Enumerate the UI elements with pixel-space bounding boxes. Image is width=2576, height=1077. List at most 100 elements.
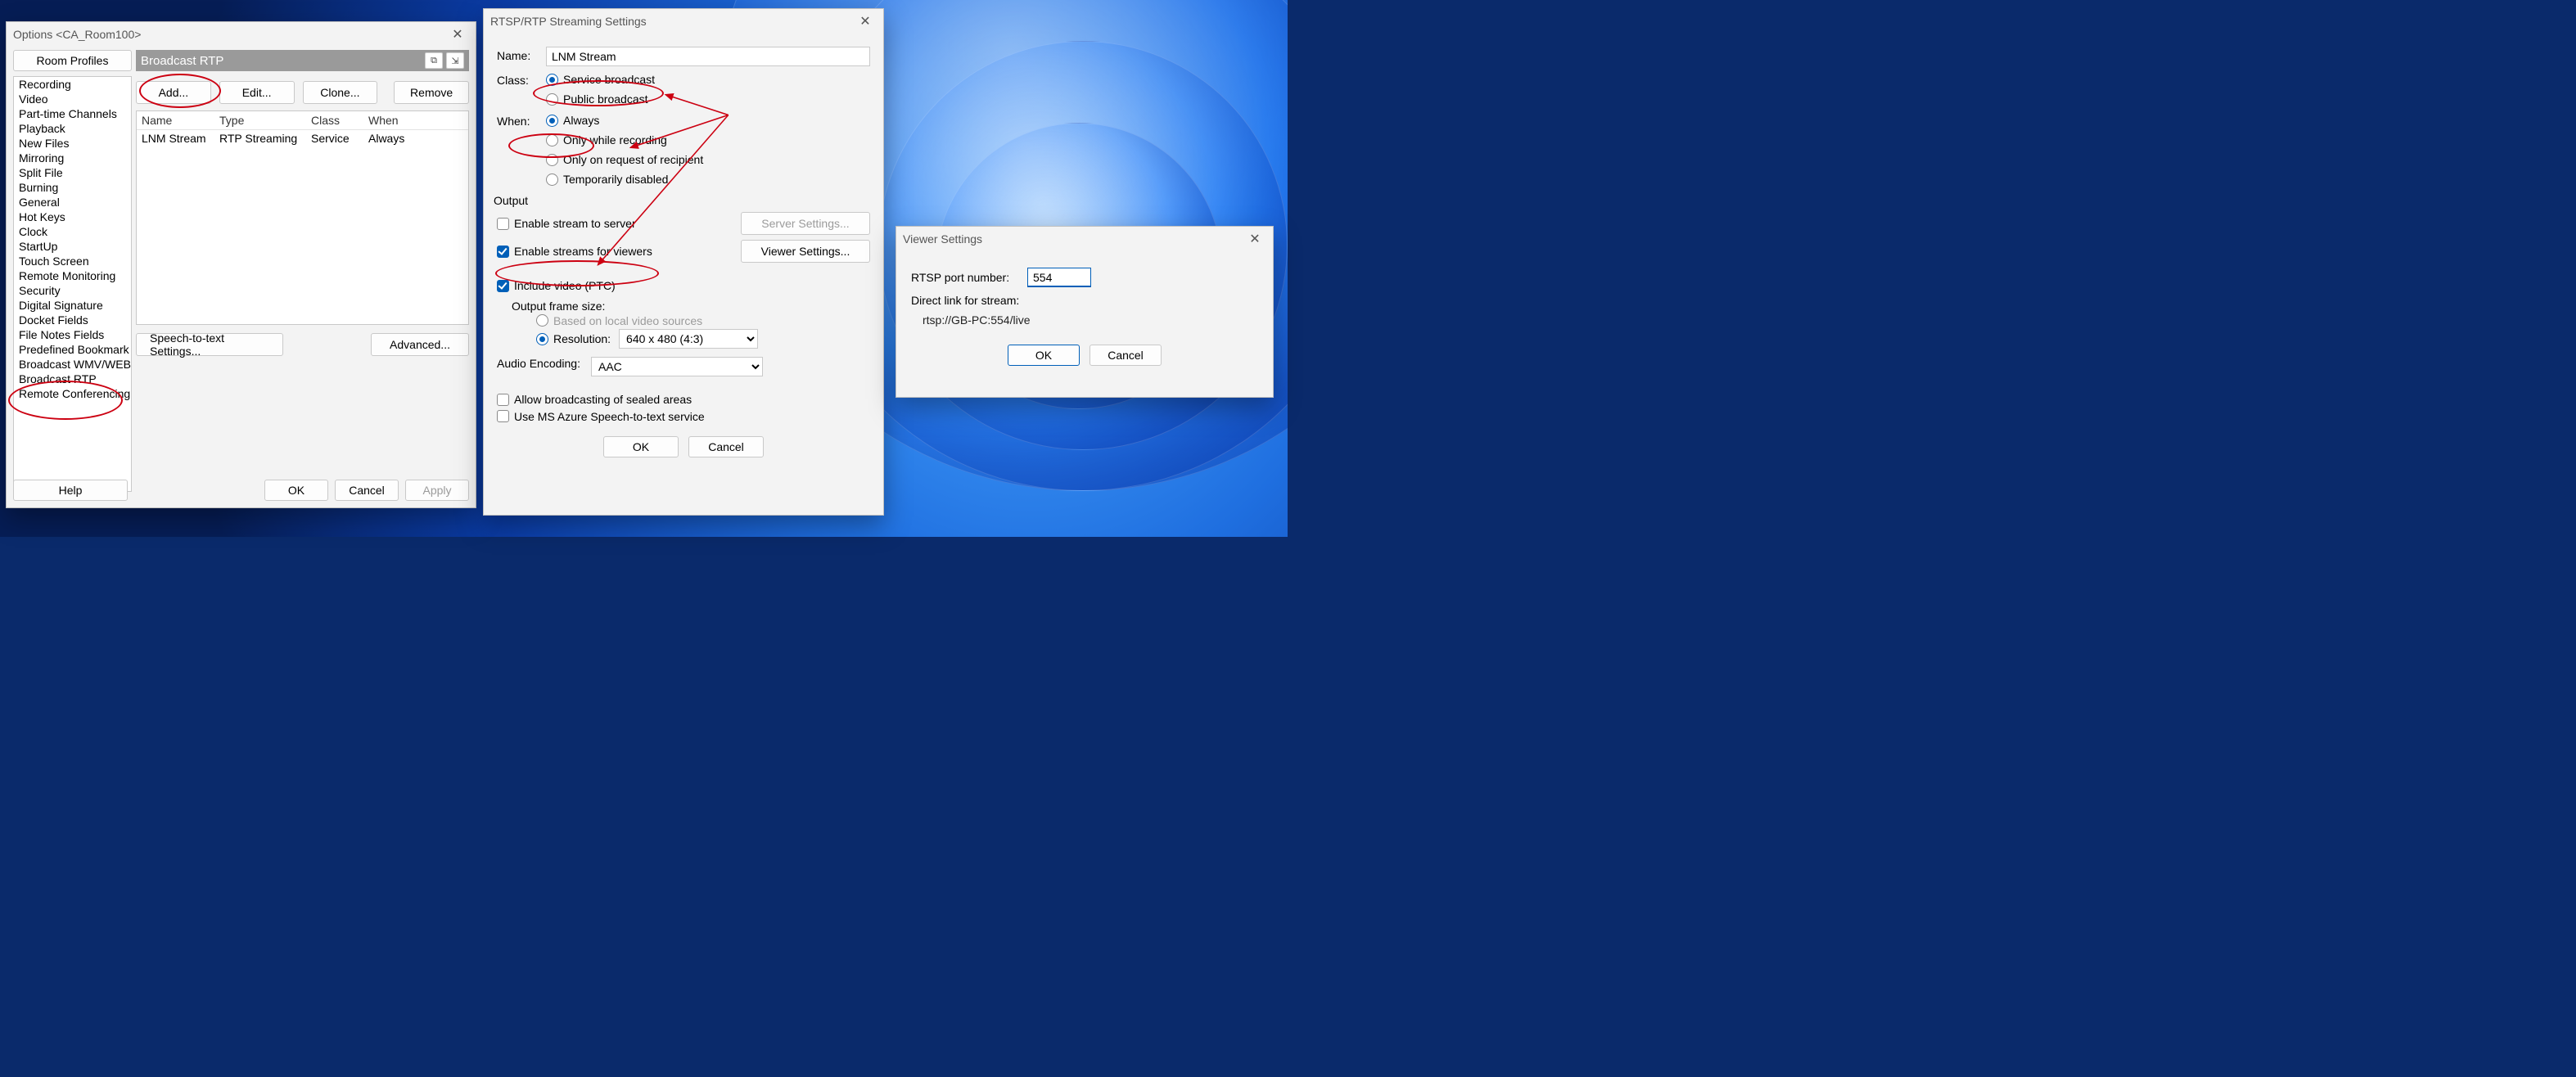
sidebar-item-split-file[interactable]: Split File — [14, 165, 131, 180]
when-label: When: — [497, 112, 538, 128]
check-include-video[interactable]: Include video (PTC) — [497, 279, 616, 292]
clone-button[interactable]: Clone... — [303, 81, 378, 104]
check-use-azure[interactable]: Use MS Azure Speech-to-text service — [497, 410, 705, 423]
audio-encoding-label: Audio Encoding: — [497, 357, 583, 370]
output-section-label: Output — [494, 194, 870, 207]
sidebar-item-broadcast-wmv-web[interactable]: Broadcast WMV/WEB — [14, 357, 131, 372]
table-row[interactable]: LNM Stream RTP Streaming Service Always — [137, 130, 468, 146]
speech-to-text-settings-button[interactable]: Speech-to-text Settings... — [136, 333, 283, 356]
radio-label: Only on request of recipient — [563, 153, 703, 166]
ok-button[interactable]: OK — [264, 480, 328, 501]
sidebar-item-playback[interactable]: Playback — [14, 121, 131, 136]
radio-label: Resolution: — [553, 332, 611, 345]
col-type[interactable]: Type — [214, 111, 306, 129]
room-profiles-button[interactable]: Room Profiles — [13, 50, 132, 71]
check-label: Include video (PTC) — [514, 279, 616, 292]
col-name[interactable]: Name — [137, 111, 214, 129]
radio-resolution[interactable]: Resolution: — [536, 332, 611, 345]
apply-button[interactable]: Apply — [405, 480, 469, 501]
sidebar-item-mirroring[interactable]: Mirroring — [14, 151, 131, 165]
radio-on-request[interactable]: Only on request of recipient — [546, 153, 870, 166]
radio-only-recording[interactable]: Only while recording — [546, 133, 870, 146]
rtsp-port-input[interactable] — [1027, 268, 1091, 287]
rtsp-settings-window: RTSP/RTP Streaming Settings ✕ Name: Clas… — [483, 8, 884, 516]
rtsp-titlebar[interactable]: RTSP/RTP Streaming Settings ✕ — [484, 9, 883, 34]
name-input[interactable] — [546, 47, 870, 66]
sidebar-item-recording[interactable]: Recording — [14, 77, 131, 92]
rtsp-title: RTSP/RTP Streaming Settings — [490, 15, 647, 28]
rtsp-port-label: RTSP port number: — [911, 271, 1017, 284]
radio-label: Only while recording — [563, 133, 667, 146]
streams-grid[interactable]: Name Type Class When LNM Stream RTP Stre… — [136, 110, 469, 325]
options-title: Options <CA_Room100> — [13, 28, 141, 41]
frame-size-label: Output frame size: — [512, 300, 870, 313]
close-icon[interactable]: ✕ — [444, 26, 471, 43]
name-label: Name: — [497, 47, 538, 62]
options-right-pane: Add... Edit... Clone... Remove Name Type… — [136, 76, 469, 473]
cell-name: LNM Stream — [137, 130, 214, 146]
viewer-settings-window: Viewer Settings ✕ RTSP port number: Dire… — [896, 226, 1274, 398]
sidebar-item-docket-fields[interactable]: Docket Fields — [14, 313, 131, 327]
sidebar-item-remote-conferencing[interactable]: Remote Conferencing — [14, 386, 131, 401]
ok-button[interactable]: OK — [1008, 345, 1080, 366]
check-label: Allow broadcasting of sealed areas — [514, 393, 692, 406]
cancel-button[interactable]: Cancel — [1089, 345, 1162, 366]
load-from-profile-icon[interactable]: ⇲ — [446, 52, 464, 69]
radio-label: Based on local video sources — [553, 314, 702, 327]
viewer-titlebar[interactable]: Viewer Settings ✕ — [896, 227, 1273, 251]
radio-label: Always — [563, 114, 599, 127]
audio-encoding-select[interactable]: AAC — [591, 357, 763, 376]
sidebar-item-video[interactable]: Video — [14, 92, 131, 106]
cell-class: Service — [306, 130, 363, 146]
server-settings-button[interactable]: Server Settings... — [741, 212, 870, 235]
radio-always[interactable]: Always — [546, 114, 870, 127]
radio-based-on-sources[interactable]: Based on local video sources — [536, 314, 702, 327]
sidebar-item-part-time-channels[interactable]: Part-time Channels — [14, 106, 131, 121]
sidebar-item-digital-signature[interactable]: Digital Signature — [14, 298, 131, 313]
sidebar-item-remote-monitoring[interactable]: Remote Monitoring — [14, 268, 131, 283]
options-window: Options <CA_Room100> ✕ Room Profiles Bro… — [6, 21, 476, 508]
sidebar-item-hot-keys[interactable]: Hot Keys — [14, 210, 131, 224]
sidebar-item-general[interactable]: General — [14, 195, 131, 210]
sidebar-item-security[interactable]: Security — [14, 283, 131, 298]
radio-temporarily-disabled[interactable]: Temporarily disabled — [546, 173, 870, 186]
panel-header: Broadcast RTP ⧉ ⇲ — [136, 50, 469, 71]
options-sidebar[interactable]: Recording Video Part-time Channels Playb… — [13, 76, 132, 492]
close-icon[interactable]: ✕ — [1242, 231, 1268, 247]
cancel-button[interactable]: Cancel — [688, 436, 764, 457]
sidebar-item-clock[interactable]: Clock — [14, 224, 131, 239]
sidebar-item-predefined-bookmark[interactable]: Predefined Bookmark — [14, 342, 131, 357]
check-allow-sealed[interactable]: Allow broadcasting of sealed areas — [497, 393, 692, 406]
sidebar-item-new-files[interactable]: New Files — [14, 136, 131, 151]
copy-to-profile-icon[interactable]: ⧉ — [425, 52, 443, 69]
add-button[interactable]: Add... — [136, 81, 211, 104]
panel-title: Broadcast RTP — [141, 54, 422, 68]
check-enable-stream-server[interactable]: Enable stream to server — [497, 217, 636, 230]
class-label: Class: — [497, 71, 538, 87]
close-icon[interactable]: ✕ — [852, 13, 878, 29]
radio-public-broadcast[interactable]: Public broadcast — [546, 92, 870, 106]
sidebar-item-touch-screen[interactable]: Touch Screen — [14, 254, 131, 268]
cell-when: Always — [363, 130, 468, 146]
remove-button[interactable]: Remove — [394, 81, 469, 104]
edit-button[interactable]: Edit... — [219, 81, 295, 104]
radio-label: Temporarily disabled — [563, 173, 668, 186]
radio-label: Public broadcast — [563, 92, 648, 106]
check-enable-streams-viewers[interactable]: Enable streams for viewers — [497, 245, 652, 258]
col-when[interactable]: When — [363, 111, 468, 129]
check-label: Enable stream to server — [514, 217, 636, 230]
resolution-select[interactable]: 640 x 480 (4:3) — [619, 329, 758, 349]
viewer-settings-button[interactable]: Viewer Settings... — [741, 240, 870, 263]
sidebar-item-broadcast-rtp[interactable]: Broadcast RTP — [14, 372, 131, 386]
sidebar-item-burning[interactable]: Burning — [14, 180, 131, 195]
check-label: Use MS Azure Speech-to-text service — [514, 410, 705, 423]
cancel-button[interactable]: Cancel — [335, 480, 399, 501]
sidebar-item-startup[interactable]: StartUp — [14, 239, 131, 254]
sidebar-item-file-notes-fields[interactable]: File Notes Fields — [14, 327, 131, 342]
help-button[interactable]: Help — [13, 480, 128, 501]
advanced-button[interactable]: Advanced... — [371, 333, 469, 356]
radio-service-broadcast[interactable]: Service broadcast — [546, 73, 870, 86]
ok-button[interactable]: OK — [603, 436, 679, 457]
col-class[interactable]: Class — [306, 111, 363, 129]
options-titlebar[interactable]: Options <CA_Room100> ✕ — [7, 22, 476, 47]
